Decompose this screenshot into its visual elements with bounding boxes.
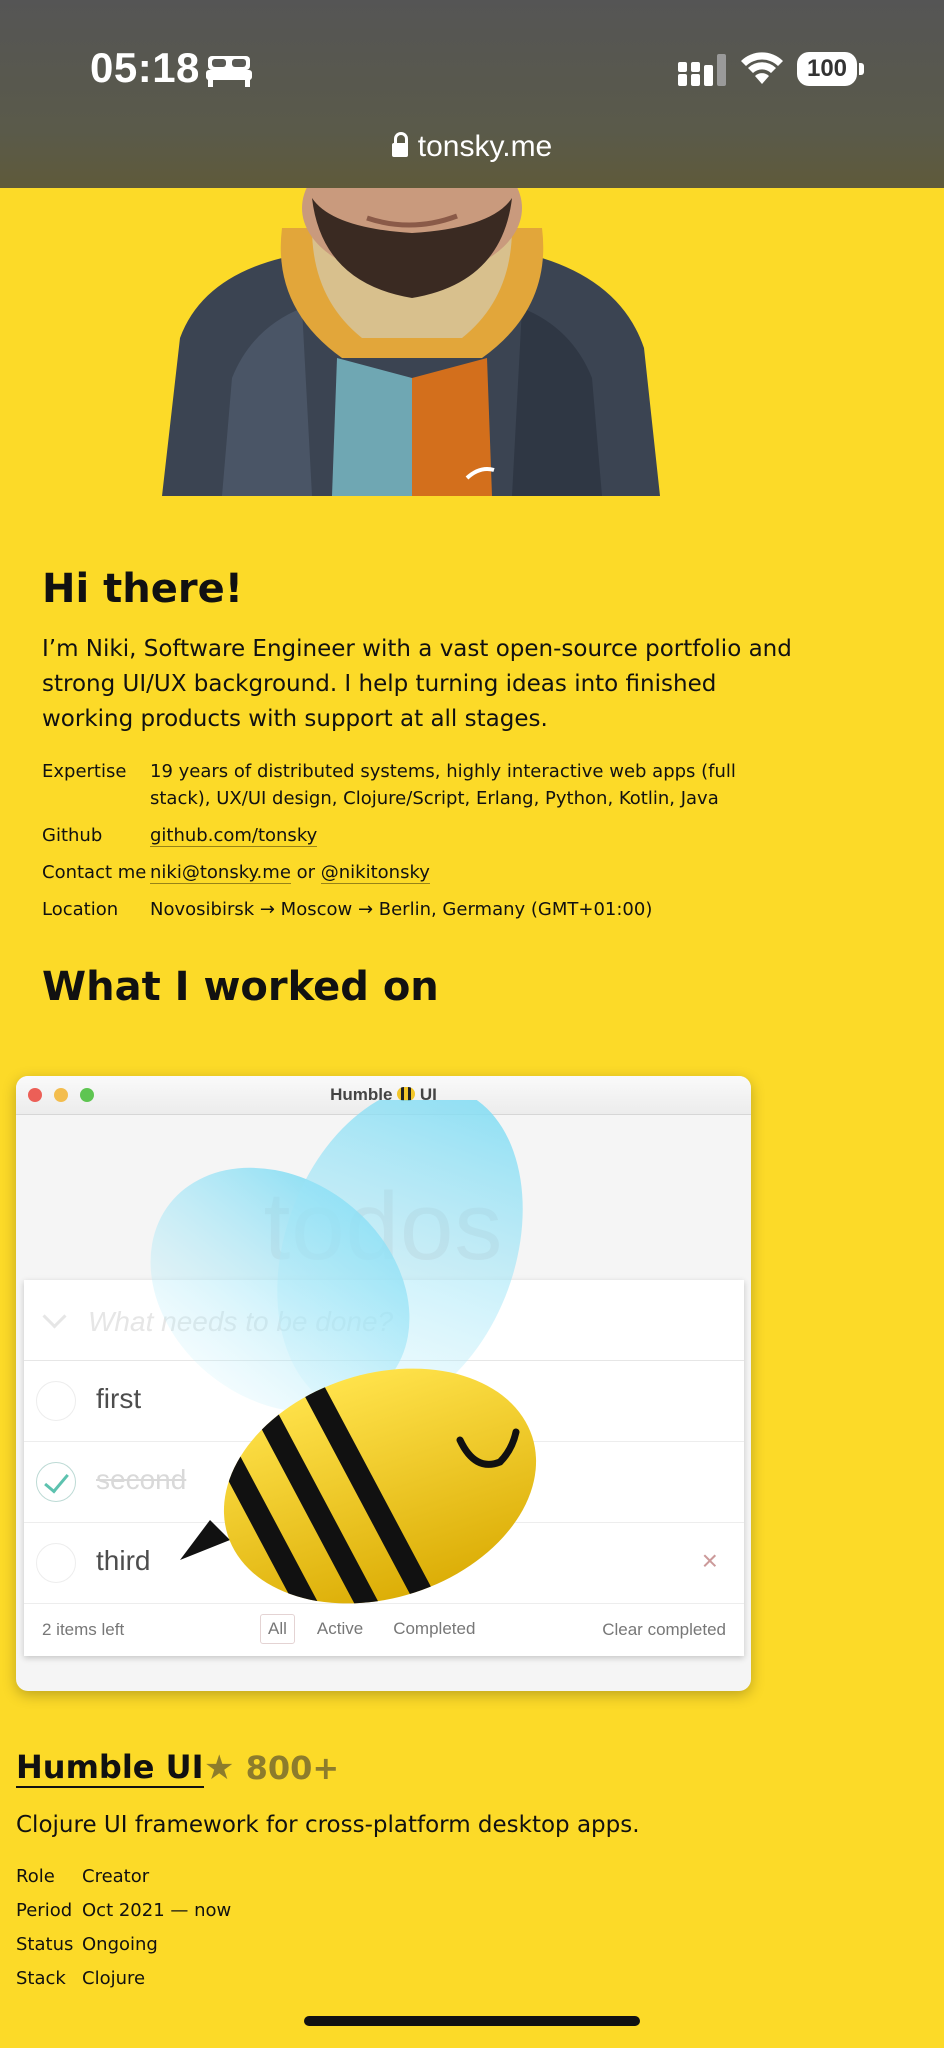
project-title: Humble UI: [16, 1748, 204, 1788]
meta-row: Stack Clojure: [16, 1968, 146, 1989]
battery-level: 100: [797, 52, 857, 86]
fact-value: Novosibirsk → Moscow → Berlin, Germany (…: [150, 899, 653, 920]
intro-text: I’m Niki, Software Engineer with a vast …: [42, 636, 792, 732]
project-description: Clojure UI framework for cross-platform …: [16, 1812, 640, 1838]
humble-ui-bee-icon: [150, 1100, 537, 1630]
meta-row: Period Oct 2021 — now: [16, 1900, 232, 1921]
fact-label: Contact me: [42, 862, 147, 883]
battery-icon: 100: [797, 52, 865, 88]
wifi-icon: [741, 52, 783, 84]
fact-value: 19 years of distributed systems, highly …: [150, 761, 736, 809]
github-link[interactable]: github.com/tonsky: [150, 825, 318, 847]
fact-expertise: Expertise 19 years of distributed system…: [42, 758, 802, 812]
fact-github: Github github.com/tonsky: [42, 822, 802, 849]
fact-label: Location: [42, 899, 119, 920]
fact-contact: Contact me niki@tonsky.me or @nikitonsky: [42, 859, 802, 886]
status-bar: 05:18 100 tonsky.me: [0, 0, 944, 188]
home-indicator[interactable]: [304, 2016, 640, 2026]
todo-label: third: [96, 1545, 151, 1576]
star-icon: ★: [204, 1748, 235, 1788]
star-count: ★ 800+: [204, 1748, 340, 1788]
delete-icon[interactable]: ×: [702, 1545, 718, 1577]
fact-label: Expertise: [42, 761, 127, 782]
clock: 05:18: [90, 44, 200, 91]
bee-emoji-icon: [397, 1087, 416, 1101]
signal-icon: [678, 54, 726, 86]
section-heading: What I worked on: [42, 964, 439, 1010]
facts-list: Expertise 19 years of distributed system…: [42, 758, 802, 933]
fact-location: Location Novosibirsk → Moscow → Berlin, …: [42, 896, 802, 923]
items-left-count: 2 items left: [42, 1620, 125, 1639]
intro-heading: Hi there!: [42, 566, 243, 612]
todo-checkbox-checked[interactable]: [36, 1462, 76, 1502]
meta-row: Role Creator: [16, 1866, 150, 1887]
todo-checkbox[interactable]: [36, 1381, 76, 1421]
project-meta: Role Creator Period Oct 2021 — now Status O…: [16, 1866, 231, 2002]
project-link[interactable]: Humble UI: [16, 1748, 204, 1788]
address-bar[interactable]: tonsky.me: [0, 130, 944, 164]
profile-photo: [162, 188, 660, 496]
bed-icon: [206, 56, 252, 87]
todo-label: first: [96, 1383, 142, 1414]
contact-or: or: [290, 862, 321, 883]
meta-row: Status Ongoing: [16, 1934, 158, 1955]
lock-icon: [391, 132, 408, 157]
toggle-all-chevron-icon[interactable]: [42, 1304, 67, 1329]
twitter-link[interactable]: @nikitonsky: [320, 862, 430, 884]
todo-checkbox[interactable]: [36, 1543, 76, 1583]
url-text: tonsky.me: [417, 130, 553, 163]
clear-completed-button[interactable]: Clear completed: [602, 1620, 726, 1640]
fact-label: Github: [42, 825, 103, 846]
email-link[interactable]: niki@tonsky.me: [150, 862, 291, 884]
